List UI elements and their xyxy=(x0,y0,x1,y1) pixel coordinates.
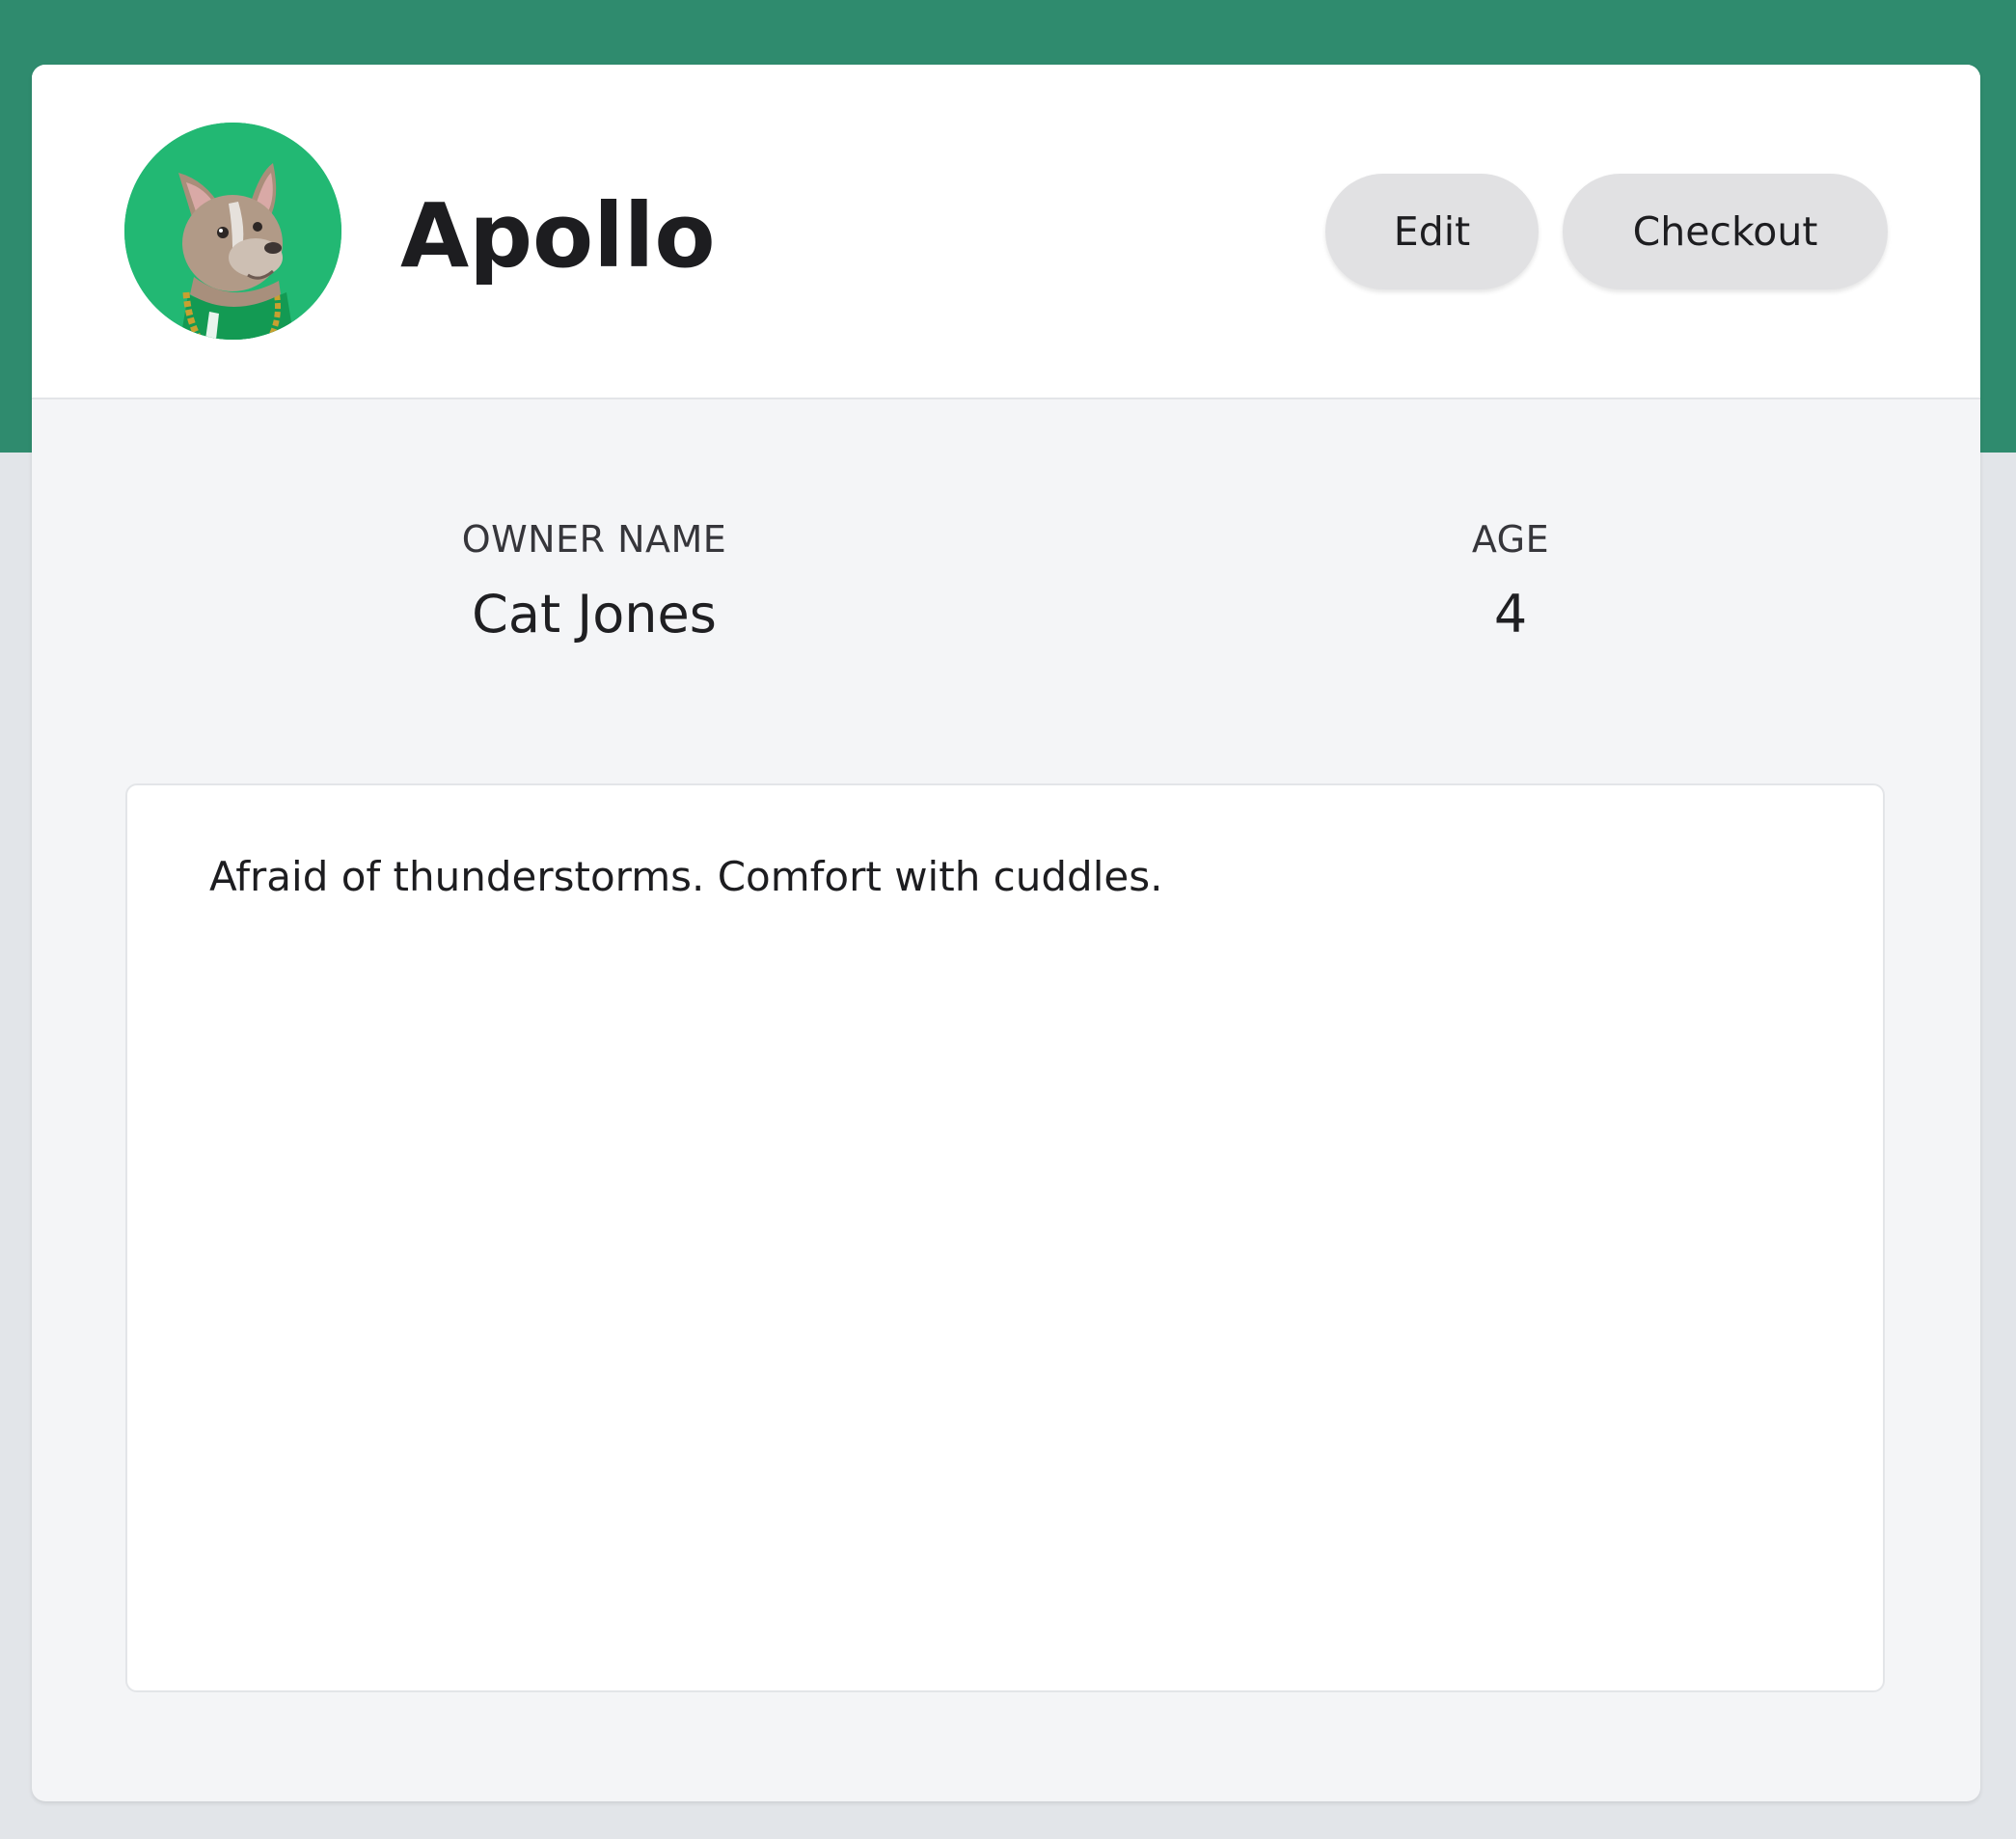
french-bulldog-photo-icon xyxy=(124,123,341,340)
checkout-button[interactable]: Checkout xyxy=(1563,174,1888,289)
notes-panel: Afraid of thunderstorms. Comfort with cu… xyxy=(125,783,1885,1692)
owner-name-field: OWNER NAME Cat Jones xyxy=(462,518,727,645)
owner-name-label: OWNER NAME xyxy=(461,518,727,561)
owner-name-value: Cat Jones xyxy=(472,584,717,645)
edit-button[interactable]: Edit xyxy=(1325,174,1539,289)
age-label: AGE xyxy=(1471,518,1550,561)
pet-name: Apollo xyxy=(400,184,716,288)
age-field: AGE 4 xyxy=(1472,518,1549,645)
pet-avatar xyxy=(124,123,341,340)
notes-text: Afraid of thunderstorms. Comfort with cu… xyxy=(209,853,1163,900)
profile-header: Apollo Edit Checkout xyxy=(32,65,1980,399)
age-value: 4 xyxy=(1493,584,1528,645)
pet-profile-card: Apollo Edit Checkout OWNER NAME Cat Jone… xyxy=(32,65,1980,1801)
